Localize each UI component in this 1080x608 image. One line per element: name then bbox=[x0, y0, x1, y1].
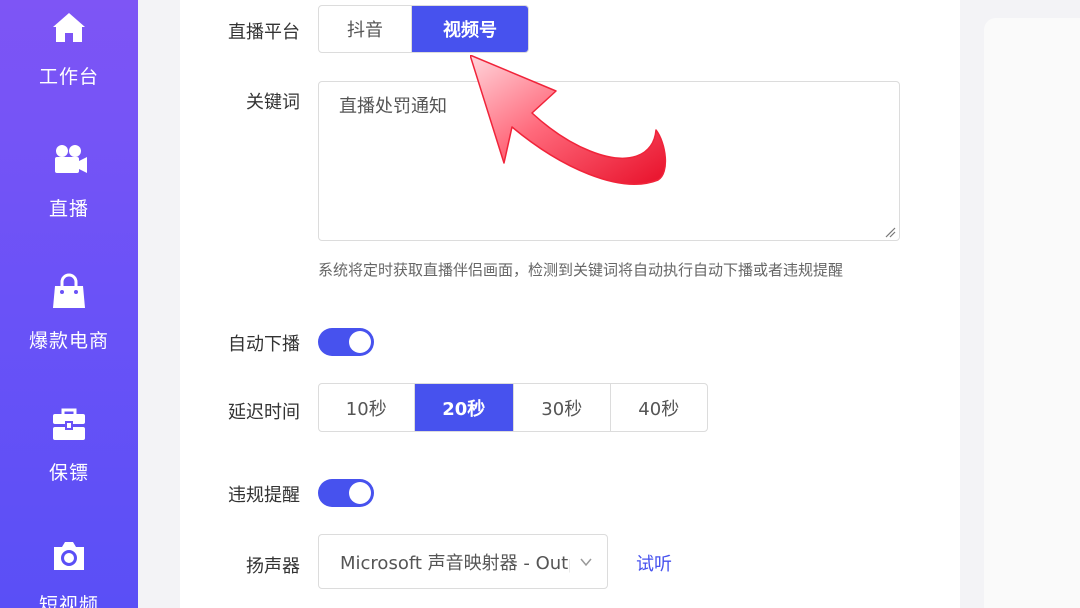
delay-option-40s[interactable]: 40秒 bbox=[611, 384, 708, 431]
sidebar-item-ecommerce[interactable]: 爆款电商 bbox=[0, 272, 138, 353]
platform-option-shipinhao[interactable]: 视频号 bbox=[412, 6, 528, 52]
right-panel bbox=[984, 18, 1080, 608]
delay-selector: 10秒 20秒 30秒 40秒 bbox=[318, 383, 708, 432]
platform-label: 直播平台 bbox=[228, 22, 300, 43]
platform-option-douyin[interactable]: 抖音 bbox=[319, 6, 413, 52]
delay-option-10s[interactable]: 10秒 bbox=[319, 384, 415, 431]
chevron-down-icon bbox=[580, 558, 592, 567]
violation-alert-toggle[interactable] bbox=[318, 479, 374, 507]
resize-handle-icon[interactable] bbox=[884, 226, 896, 238]
sidebar: 工作台 直播 爆款电商 保镖 短视频 bbox=[0, 0, 138, 608]
video-camera-icon bbox=[55, 145, 87, 173]
camera-icon bbox=[54, 542, 84, 570]
speaker-label: 扬声器 bbox=[246, 556, 300, 577]
sidebar-item-label: 直播 bbox=[48, 198, 89, 220]
delay-label: 延迟时间 bbox=[228, 402, 300, 423]
speaker-select-value: Microsoft 声音映射器 - Output bbox=[340, 552, 570, 574]
violation-alert-label: 违规提醒 bbox=[228, 485, 300, 506]
keyword-input[interactable]: 直播处罚通知 bbox=[318, 81, 900, 241]
sidebar-item-label: 短视频 bbox=[38, 594, 99, 608]
sidebar-item-live[interactable]: 直播 bbox=[0, 140, 138, 221]
speaker-test-link[interactable]: 试听 bbox=[636, 550, 672, 576]
platform-selector: 抖音 视频号 bbox=[318, 5, 529, 53]
sidebar-item-short-video[interactable]: 短视频 bbox=[0, 536, 138, 608]
keyword-hint: 系统将定时获取直播伴侣画面，检测到关键词将自动执行自动下播或者违规提醒 bbox=[318, 261, 844, 279]
sidebar-item-label: 保镖 bbox=[48, 462, 89, 484]
toggle-knob bbox=[349, 482, 371, 504]
speaker-select[interactable]: Microsoft 声音映射器 - Output bbox=[318, 534, 608, 589]
sidebar-item-workbench[interactable]: 工作台 bbox=[0, 8, 138, 89]
delay-option-20s[interactable]: 20秒 bbox=[414, 384, 514, 431]
home-icon bbox=[53, 13, 85, 42]
sidebar-item-label: 工作台 bbox=[38, 66, 99, 88]
sidebar-item-label: 爆款电商 bbox=[28, 330, 109, 352]
delay-option-30s[interactable]: 30秒 bbox=[514, 384, 611, 431]
shopping-bag-icon bbox=[53, 273, 85, 308]
keyword-label: 关键词 bbox=[246, 92, 300, 113]
toolbox-icon bbox=[53, 408, 85, 440]
auto-offline-label: 自动下播 bbox=[228, 334, 300, 355]
toggle-knob bbox=[349, 331, 371, 353]
auto-offline-toggle[interactable] bbox=[318, 328, 374, 356]
sidebar-item-bodyguard[interactable]: 保镖 bbox=[0, 404, 138, 485]
